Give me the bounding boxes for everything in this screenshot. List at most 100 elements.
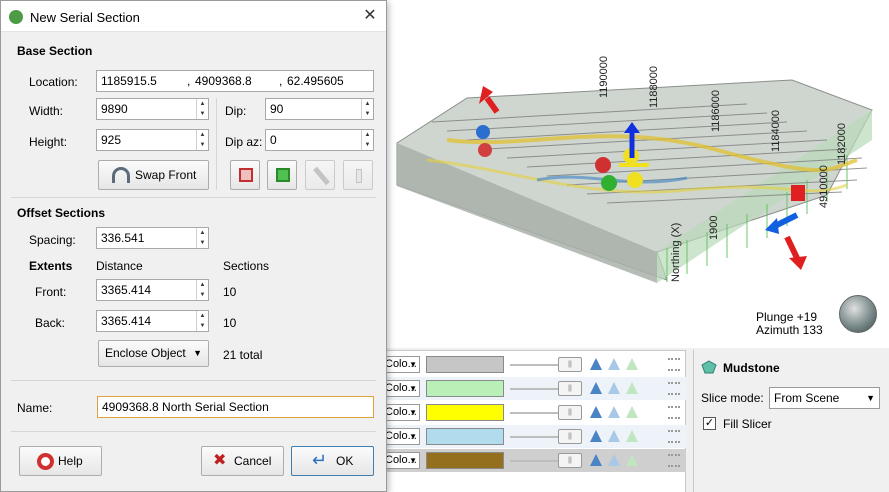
fill-slicer-label: Fill Slicer	[723, 417, 772, 431]
back-label: Back:	[35, 316, 66, 330]
shade-dark-icon[interactable]	[590, 406, 602, 418]
slice-mode-select[interactable]: From Scene ▼	[769, 387, 880, 409]
sections-header: Sections	[223, 259, 270, 273]
layer-color-swatch[interactable]	[426, 380, 504, 397]
layer-color-swatch[interactable]	[426, 404, 504, 421]
app-icon	[9, 10, 23, 24]
layer-menu-icon[interactable]	[668, 430, 680, 443]
layer-color-swatch[interactable]	[426, 452, 504, 469]
layer-color-combo[interactable]: Colo... ▼	[382, 452, 420, 469]
dialog-titlebar[interactable]: New Serial Section ✕	[1, 1, 386, 32]
opacity-slider-thumb[interactable]: ||	[558, 405, 582, 420]
layer-menu-icon[interactable]	[668, 358, 680, 371]
dip-label: Dip:	[225, 104, 247, 118]
cancel-button[interactable]: ✖ Cancel	[201, 446, 284, 476]
front-distance-spinbox[interactable]: 3365.414 ▲ ▼	[96, 279, 209, 301]
fill-slicer-checkbox[interactable]: ✓	[703, 417, 716, 430]
help-button[interactable]: Help	[19, 446, 102, 476]
new-serial-section-dialog: New Serial Section ✕ Base Section Locati…	[0, 0, 387, 492]
name-field[interactable]: 4909368.8 North Serial Section	[97, 396, 374, 418]
dialog-title: New Serial Section	[30, 10, 140, 25]
axis-label-1184000: 1184000	[770, 110, 782, 152]
layer-row[interactable]: Colo... ▼ ||	[382, 353, 686, 376]
swap-front-button[interactable]: Swap Front	[98, 160, 209, 190]
shade-dark-icon[interactable]	[590, 430, 602, 442]
height-spinbox[interactable]: 925 ▲ ▼	[96, 129, 209, 151]
layer-row[interactable]: Colo... ▼ ||	[382, 449, 686, 472]
axis-label-1900: 1900	[708, 216, 720, 240]
slice-mode-label: Slice mode:	[701, 391, 764, 405]
axis-label-4910000: 4910000	[818, 165, 830, 208]
spin-arrows-icon[interactable]: ▲ ▼	[196, 311, 208, 331]
ok-button[interactable]: ↵ OK	[291, 446, 374, 476]
spin-arrows-icon[interactable]: ▲ ▼	[361, 99, 373, 119]
layer-color-combo[interactable]: Colo... ▼	[382, 380, 420, 397]
properties-title: Mudstone	[723, 361, 780, 375]
opacity-slider-thumb[interactable]: ||	[558, 381, 582, 396]
shade-green-icon[interactable]	[626, 430, 638, 442]
spin-arrows-icon[interactable]: ▲ ▼	[196, 130, 208, 150]
pencil-icon[interactable]	[305, 160, 335, 190]
base-section-heading: Base Section	[17, 44, 93, 58]
back-distance-spinbox[interactable]: 3365.414 ▲ ▼	[96, 310, 209, 332]
small-bar-icon[interactable]	[343, 160, 373, 190]
spacing-spinbox[interactable]: 336.541 ▲ ▼	[96, 227, 209, 249]
shade-green-icon[interactable]	[626, 382, 638, 394]
swap-arrow-icon	[112, 167, 130, 183]
layer-menu-icon[interactable]	[668, 406, 680, 419]
shade-green-icon[interactable]	[626, 358, 638, 370]
layer-row[interactable]: Colo... ▼ ||	[382, 377, 686, 400]
axis-label-1186000: 1186000	[710, 90, 722, 132]
opacity-slider-thumb[interactable]: ||	[558, 429, 582, 444]
axis-label-1182000: 1182000	[836, 123, 848, 165]
shade-light-icon[interactable]	[608, 430, 620, 442]
layer-color-combo[interactable]: Colo... ▼	[382, 404, 420, 421]
section-green-cube-icon[interactable]	[267, 160, 297, 190]
layer-color-combo[interactable]: Colo... ▼	[382, 356, 420, 373]
view-compass-icon[interactable]	[839, 295, 877, 333]
axis-label-1188000: 1188000	[648, 66, 660, 108]
layer-row[interactable]: Colo... ▼ ||	[382, 401, 686, 424]
help-lifebuoy-icon	[37, 453, 54, 470]
shade-green-icon[interactable]	[626, 454, 638, 466]
close-button[interactable]: ✕	[359, 7, 381, 27]
chevron-down-icon: ▼	[866, 393, 875, 403]
location-x: 1185915.5	[101, 74, 157, 88]
back-sections-count: 10	[223, 316, 237, 330]
spin-arrows-icon[interactable]: ▲ ▼	[196, 99, 208, 119]
location-comma: ,	[187, 74, 191, 88]
front-sections-count: 10	[223, 285, 237, 299]
dip-az-spinbox[interactable]: 0 ▲ ▼	[265, 129, 374, 151]
section-red-cube-icon[interactable]	[230, 160, 260, 190]
properties-panel: Mudstone Slice mode: From Scene ▼ ✓ Fill …	[693, 350, 889, 492]
layer-color-combo[interactable]: Colo... ▼	[382, 428, 420, 445]
shade-dark-icon[interactable]	[590, 454, 602, 466]
spin-arrows-icon[interactable]: ▲ ▼	[196, 280, 208, 300]
layer-menu-icon[interactable]	[668, 382, 680, 395]
shade-light-icon[interactable]	[608, 382, 620, 394]
geology-model-view[interactable]: Northing (X) 1190000 1188000 1186000 118…	[387, 0, 889, 348]
axis-label-northing: Northing (X)	[670, 223, 682, 282]
opacity-slider-thumb[interactable]: ||	[558, 453, 582, 468]
shade-green-icon[interactable]	[626, 406, 638, 418]
scene-viewport[interactable]: Northing (X) 1190000 1188000 1186000 118…	[386, 0, 889, 348]
spin-arrows-icon[interactable]: ▲ ▼	[196, 228, 208, 248]
location-field[interactable]: 1185915.5 , 4909368.8 , 62.495605	[96, 70, 374, 92]
layer-menu-icon[interactable]	[668, 454, 680, 467]
dip-spinbox[interactable]: 90 ▲ ▼	[265, 98, 374, 120]
spacing-label: Spacing:	[29, 233, 76, 247]
shade-light-icon[interactable]	[608, 454, 620, 466]
shade-dark-icon[interactable]	[590, 358, 602, 370]
layer-color-swatch[interactable]	[426, 356, 504, 373]
enclose-object-button[interactable]: Enclose Object ▼	[98, 340, 209, 367]
layer-row[interactable]: Colo... ▼ ||	[382, 425, 686, 448]
layer-list: Colo... ▼ || Colo... ▼ || Colo... ▼ || Colo…	[382, 350, 686, 492]
layer-color-swatch[interactable]	[426, 428, 504, 445]
shade-light-icon[interactable]	[608, 358, 620, 370]
shade-dark-icon[interactable]	[590, 382, 602, 394]
width-spinbox[interactable]: 9890 ▲ ▼	[96, 98, 209, 120]
spin-arrows-icon[interactable]: ▲ ▼	[361, 130, 373, 150]
shade-light-icon[interactable]	[608, 406, 620, 418]
front-label: Front:	[35, 285, 67, 299]
opacity-slider-thumb[interactable]: ||	[558, 357, 582, 372]
